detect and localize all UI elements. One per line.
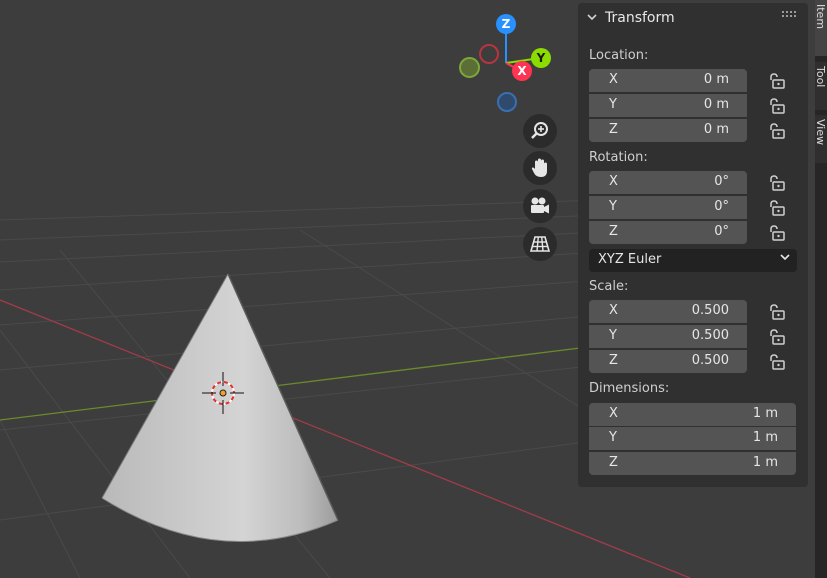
location-z-field[interactable]: Z 0 m [589, 119, 747, 142]
lock-scale-x-icon[interactable] [768, 303, 786, 321]
field-value: 0.500 [691, 353, 729, 368]
field-value: 0° [714, 199, 729, 214]
field-value: 0.500 [691, 303, 729, 318]
lock-rotation-x-icon[interactable] [768, 174, 786, 192]
tab-item[interactable]: Item [815, 0, 827, 56]
hand-icon [531, 158, 547, 177]
tab-label: View [815, 119, 827, 146]
gizmo-y[interactable]: Y [531, 48, 551, 68]
field-value: 0 m [703, 122, 729, 137]
drag-handle-icon[interactable] [782, 11, 798, 22]
dimensions-z-field[interactable]: Z 1 m [589, 452, 796, 475]
lock-rotation-y-icon[interactable] [768, 199, 786, 217]
location-label: Location: [589, 48, 649, 63]
gizmo-neg-x[interactable] [479, 44, 499, 64]
gizmo-z[interactable]: Z [496, 14, 516, 34]
location-x-field[interactable]: X 0 m [589, 69, 747, 92]
chevron-down-icon [779, 251, 791, 266]
perspective-toggle-button[interactable] [523, 227, 557, 261]
tab-label: Tool [815, 66, 827, 88]
field-value: 0° [714, 224, 729, 239]
field-axis-label: X [609, 72, 618, 87]
dimensions-label: Dimensions: [589, 381, 670, 396]
dimensions-y-field[interactable]: Y 1 m [589, 427, 796, 450]
field-axis-label: Z [609, 122, 618, 137]
field-axis-label: Y [609, 97, 617, 112]
pan-button[interactable] [523, 151, 557, 185]
field-axis-label: Y [609, 430, 617, 445]
tab-view[interactable]: View [815, 115, 827, 163]
transform-panel: Transform Location: X 0 m Y 0 m Z 0 m Ro… [578, 3, 808, 487]
field-axis-label: Z [609, 353, 618, 368]
location-y-field[interactable]: Y 0 m [589, 94, 747, 117]
zoom-icon [531, 122, 548, 139]
rotation-mode-value: XYZ Euler [598, 252, 662, 267]
field-axis-label: X [609, 303, 618, 318]
scale-label: Scale: [589, 279, 629, 294]
scale-z-field[interactable]: Z 0.500 [589, 350, 747, 373]
field-axis-label: Y [609, 328, 617, 343]
field-axis-label: Z [609, 224, 618, 239]
chevron-down-icon[interactable] [586, 11, 598, 26]
scale-x-field[interactable]: X 0.500 [589, 300, 747, 323]
field-value: 0.500 [691, 328, 729, 343]
field-value: 1 m [752, 455, 778, 470]
field-axis-label: Z [609, 455, 618, 470]
dimensions-x-field[interactable]: X 1 m [589, 403, 796, 426]
rotation-label: Rotation: [589, 150, 648, 165]
zoom-button[interactable] [523, 114, 557, 148]
camera-view-button[interactable] [523, 189, 557, 223]
lock-location-y-icon[interactable] [768, 97, 786, 115]
scale-y-field[interactable]: Y 0.500 [589, 325, 747, 348]
camera-icon [531, 197, 549, 214]
field-value: 1 m [752, 430, 778, 445]
lock-rotation-z-icon[interactable] [768, 224, 786, 242]
lock-scale-z-icon[interactable] [768, 353, 786, 371]
field-value: 1 m [752, 406, 778, 421]
rotation-x-field[interactable]: X 0° [589, 171, 747, 194]
gizmo-x[interactable]: X [512, 61, 532, 81]
lock-location-z-icon[interactable] [768, 122, 786, 140]
field-value: 0° [714, 174, 729, 189]
grid-icon [530, 236, 550, 252]
field-axis-label: Y [609, 199, 617, 214]
sidebar-tabs: Item Tool View [815, 0, 827, 578]
field-value: 0 m [703, 97, 729, 112]
panel-title: Transform [605, 10, 675, 26]
gizmo-neg-y[interactable] [459, 57, 480, 78]
tab-label: Item [815, 4, 827, 30]
rotation-mode-dropdown[interactable]: XYZ Euler [589, 249, 797, 272]
gizmo-neg-z[interactable] [497, 92, 517, 112]
field-axis-label: X [609, 174, 618, 189]
field-axis-label: X [609, 406, 618, 421]
lock-scale-y-icon[interactable] [768, 328, 786, 346]
rotation-y-field[interactable]: Y 0° [589, 196, 747, 219]
rotation-z-field[interactable]: Z 0° [589, 221, 747, 244]
panel-header[interactable]: Transform [578, 3, 808, 35]
lock-location-x-icon[interactable] [768, 72, 786, 90]
field-value: 0 m [703, 72, 729, 87]
tab-tool[interactable]: Tool [815, 62, 827, 110]
